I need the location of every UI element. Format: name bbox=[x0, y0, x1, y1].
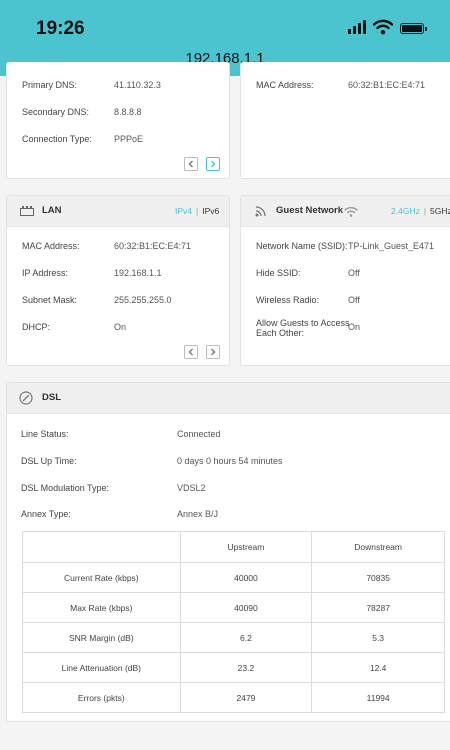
table-header-cell bbox=[22, 531, 181, 563]
upstream-cell: 40090 bbox=[179, 592, 313, 623]
downstream-cell: 12.4 bbox=[311, 652, 445, 683]
wifi-icon bbox=[373, 19, 393, 35]
tab-ipv6[interactable]: IPv6 bbox=[202, 206, 219, 216]
lan-subnet-value: 255.255.255.0 bbox=[114, 295, 172, 305]
hide-ssid-label: Hide SSID: bbox=[256, 268, 301, 278]
table-row: Line Attenuation (dB) 23.2 12.4 bbox=[22, 652, 445, 683]
guest-access-label-line2: Each Other: bbox=[256, 328, 305, 338]
modulation-type-value: VDSL2 bbox=[177, 483, 206, 493]
lan-ports-icon bbox=[20, 206, 34, 216]
tab-separator: | bbox=[196, 206, 199, 216]
lan-dhcp-value: On bbox=[114, 322, 127, 332]
lan-panel: LAN IPv4 | IPv6 MAC Address: 60:32:B1:EC:E… bbox=[6, 195, 230, 366]
primary-dns-label: Primary DNS: bbox=[22, 80, 78, 90]
hide-ssid-value: Off bbox=[348, 268, 360, 278]
connection-type-label: Connection Type: bbox=[22, 134, 92, 144]
guest-panel-header: Guest Network 2.4GHz | 5GHz bbox=[241, 196, 450, 227]
lan-ip-label: IP Address: bbox=[22, 268, 68, 278]
table-row: Current Rate (kbps) 40000 70835 bbox=[22, 562, 445, 593]
battery-icon bbox=[400, 23, 427, 34]
router-panel: MAC Address: 60:32:B1:EC:E4:71 bbox=[240, 62, 450, 179]
chevron-left-icon bbox=[188, 160, 193, 168]
downstream-cell: 5.3 bbox=[311, 622, 445, 653]
prev-page-button[interactable] bbox=[184, 157, 198, 171]
line-status-value: Connected bbox=[177, 429, 221, 439]
lan-prev-button[interactable] bbox=[184, 345, 198, 359]
ssid-label: Network Name (SSID): bbox=[256, 241, 348, 251]
ssid-value: TP-Link_Guest_E471 bbox=[348, 241, 435, 251]
wireless-radio-label: Wireless Radio: bbox=[256, 295, 320, 305]
row-label-cell: Line Attenuation (dB) bbox=[22, 652, 181, 683]
secondary-dns-label: Secondary DNS: bbox=[22, 107, 90, 117]
lan-mac-label: MAC Address: bbox=[22, 241, 80, 251]
lan-ip-value: 192.168.1.1 bbox=[114, 268, 162, 278]
lan-panel-title: LAN bbox=[42, 205, 62, 216]
internet-panel: Primary DNS: 41.110.32.3 Secondary DNS: … bbox=[6, 62, 230, 179]
row-label-cell: Max Rate (kbps) bbox=[22, 592, 181, 623]
next-page-button[interactable] bbox=[206, 157, 220, 171]
downstream-cell: 11994 bbox=[311, 682, 445, 713]
table-header-upstream: Upstream bbox=[179, 531, 313, 563]
lan-ip-tabs: IPv4 | IPv6 bbox=[175, 206, 219, 216]
row-label-cell: Current Rate (kbps) bbox=[22, 562, 181, 593]
secondary-dns-value: 8.8.8.8 bbox=[114, 107, 142, 117]
table-header-downstream: Downstream bbox=[311, 531, 445, 563]
guest-access-label-line1: Allow Guests to Access bbox=[256, 318, 350, 328]
guest-panel-title: Guest Network bbox=[276, 205, 344, 216]
modulation-type-label: DSL Modulation Type: bbox=[21, 483, 110, 493]
cellular-signal-icon bbox=[348, 20, 368, 34]
lan-next-button[interactable] bbox=[206, 345, 220, 359]
table-row: Max Rate (kbps) 40090 78287 bbox=[22, 592, 445, 623]
chevron-right-icon bbox=[211, 348, 216, 356]
dsl-stats-table: Upstream Downstream Current Rate (kbps) … bbox=[22, 531, 445, 713]
annex-type-value: Annex B/J bbox=[177, 509, 219, 519]
upstream-cell: 23.2 bbox=[179, 652, 313, 683]
tab-2-4ghz[interactable]: 2.4GHz bbox=[391, 206, 420, 216]
tab-5ghz[interactable]: 5GHz bbox=[430, 206, 450, 216]
row-label-cell: SNR Margin (dB) bbox=[22, 622, 181, 653]
lan-dhcp-label: DHCP: bbox=[22, 322, 51, 332]
guest-access-label: Allow Guests to Access Each Other: bbox=[256, 318, 350, 338]
dsl-uptime-label: DSL Up Time: bbox=[21, 456, 77, 466]
chevron-right-icon bbox=[211, 160, 216, 168]
upstream-cell: 40000 bbox=[179, 562, 313, 593]
table-header-row: Upstream Downstream bbox=[22, 531, 445, 563]
upstream-cell: 6.2 bbox=[179, 622, 313, 653]
gauge-icon bbox=[19, 391, 33, 405]
chevron-left-icon bbox=[188, 348, 193, 356]
wireless-radio-value: Off bbox=[348, 295, 360, 305]
primary-dns-value: 41.110.32.3 bbox=[114, 80, 161, 90]
guest-network-panel: Guest Network 2.4GHz | 5GHz Network Name (… bbox=[240, 195, 450, 366]
connection-type-value: PPPoE bbox=[114, 134, 144, 144]
dsl-panel-title: DSL bbox=[42, 392, 61, 403]
wifi-icon bbox=[344, 207, 358, 217]
dsl-panel-header: DSL bbox=[7, 383, 450, 414]
status-time: 19:26 bbox=[36, 18, 85, 39]
router-mac-value: 60:32:B1:EC:E4:71 bbox=[348, 80, 426, 90]
downstream-cell: 78287 bbox=[311, 592, 445, 623]
dsl-uptime-value: 0 days 0 hours 54 minutes bbox=[177, 456, 283, 466]
tab-separator: | bbox=[423, 206, 427, 216]
broadcast-icon bbox=[255, 206, 266, 217]
lan-subnet-label: Subnet Mask: bbox=[22, 295, 78, 305]
lan-panel-header: LAN IPv4 | IPv6 bbox=[7, 196, 229, 227]
router-mac-label: MAC Address: bbox=[256, 80, 314, 90]
guest-band-tabs: 2.4GHz | 5GHz bbox=[391, 206, 450, 216]
upstream-cell: 2479 bbox=[179, 682, 313, 713]
line-status-label: Line Status: bbox=[21, 429, 69, 439]
annex-type-label: Annex Type: bbox=[21, 509, 71, 519]
table-row: SNR Margin (dB) 6.2 5.3 bbox=[22, 622, 445, 653]
table-row: Errors (pkts) 2479 11994 bbox=[22, 682, 445, 713]
tab-ipv4[interactable]: IPv4 bbox=[175, 206, 192, 216]
row-label-cell: Errors (pkts) bbox=[22, 682, 181, 713]
lan-mac-value: 60:32:B1:EC:E4:71 bbox=[114, 241, 192, 251]
downstream-cell: 70835 bbox=[311, 562, 445, 593]
guest-access-value: On bbox=[348, 322, 361, 332]
